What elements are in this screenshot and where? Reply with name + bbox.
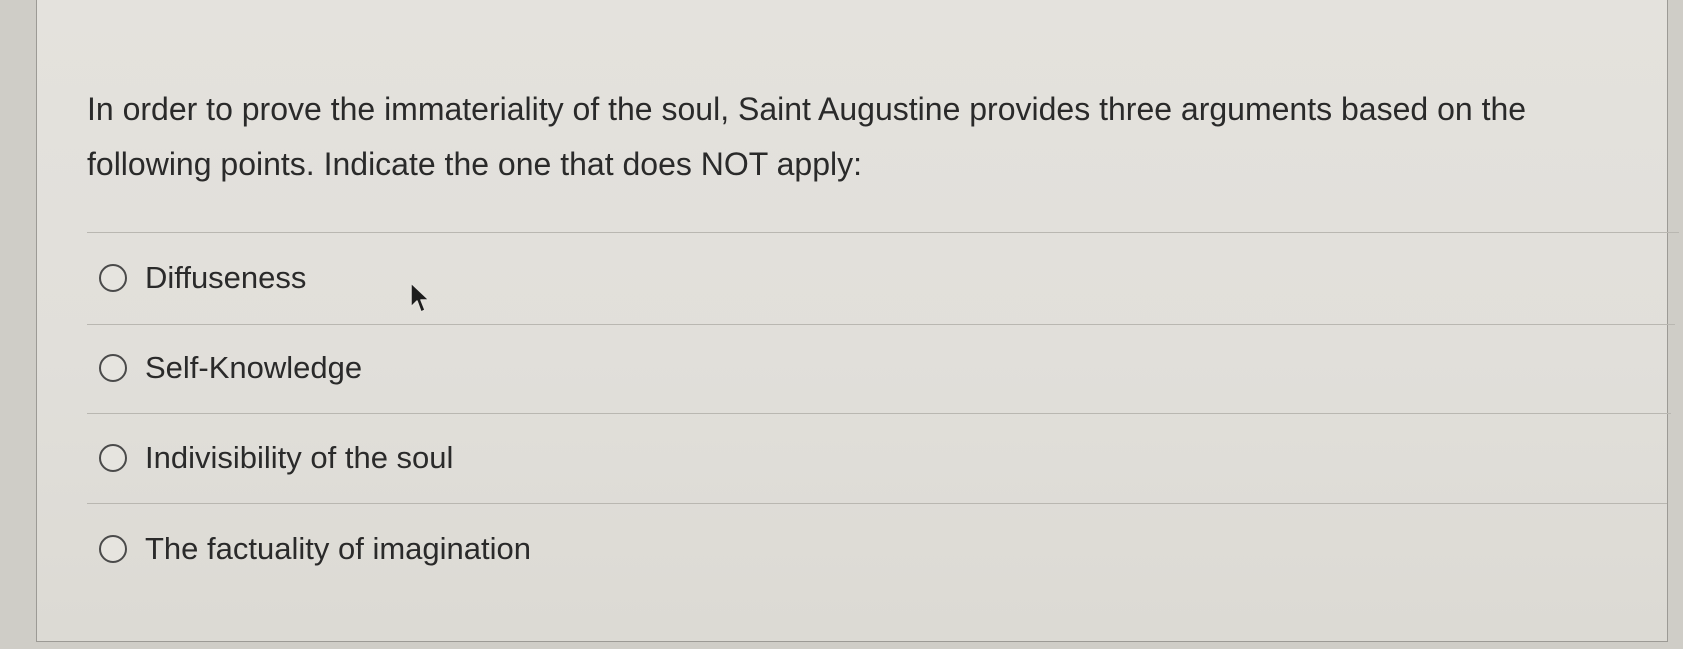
option-indivisibility[interactable]: Indivisibility of the soul <box>99 438 453 478</box>
option-diffuseness[interactable]: Diffuseness <box>99 258 306 298</box>
divider <box>87 413 1671 414</box>
mouse-pointer-icon <box>410 282 430 313</box>
radio-unselected-icon[interactable] <box>99 354 127 382</box>
divider <box>87 232 1679 233</box>
option-factuality-of-imagination[interactable]: The factuality of imagination <box>99 529 531 569</box>
radio-unselected-icon[interactable] <box>99 264 127 292</box>
option-label: The factuality of imagination <box>145 531 531 566</box>
option-label: Self-Knowledge <box>145 350 363 385</box>
question-text: In order to prove the immateriality of t… <box>87 91 1527 182</box>
radio-unselected-icon[interactable] <box>99 535 127 563</box>
question-card: In order to prove the immateriality of t… <box>36 0 1679 642</box>
divider <box>87 503 1667 504</box>
option-label: Diffuseness <box>145 260 307 295</box>
divider <box>87 324 1675 325</box>
option-label: Indivisibility of the soul <box>145 440 454 475</box>
option-self-knowledge[interactable]: Self-Knowledge <box>99 348 362 388</box>
radio-unselected-icon[interactable] <box>99 444 127 472</box>
